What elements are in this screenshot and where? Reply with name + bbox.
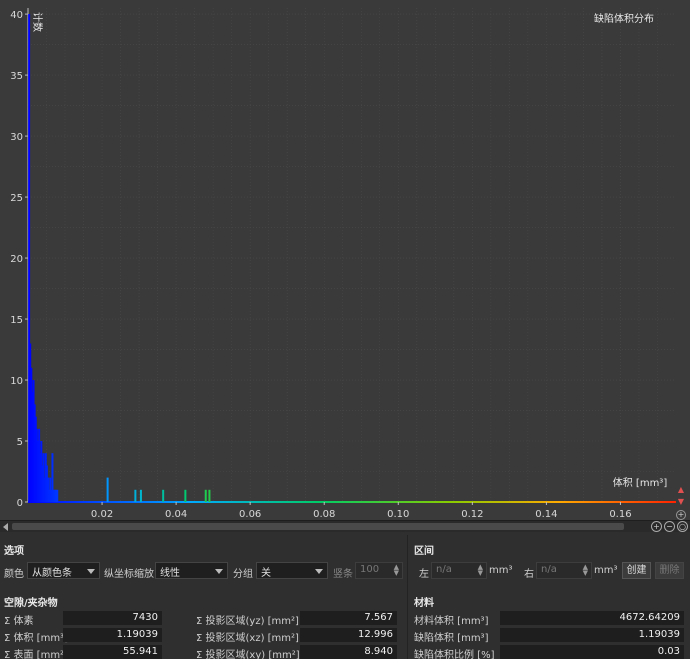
- histogram-bar: [139, 489, 142, 502]
- yscale-label: 纵坐标缩放: [104, 569, 154, 580]
- x-tick-label: 0.04: [165, 509, 187, 520]
- surface-label: Σ 表面 [mm²]: [4, 650, 68, 659]
- options-header: 选项: [4, 546, 24, 557]
- material-header: 材料: [414, 598, 434, 609]
- defect-ratio-label: 缺陷体积比例 [%]: [414, 650, 495, 659]
- zoom-out-icon[interactable]: −: [664, 521, 675, 532]
- x-tick-label: 0.12: [461, 509, 483, 520]
- y-zoom-in-icon[interactable]: +: [676, 510, 686, 520]
- scroll-left-icon[interactable]: [3, 523, 8, 531]
- proj-yz-label: Σ 投影区域(yz) [mm²]: [196, 616, 299, 627]
- proj-xy-label: Σ 投影区域(xy) [mm²]: [196, 650, 300, 659]
- bars-spinbox-value: 100: [360, 564, 380, 575]
- proj-yz-value: 7.567: [300, 611, 397, 625]
- chart-grid: [28, 8, 676, 502]
- delete-button[interactable]: 删除: [655, 562, 684, 579]
- chart-title: 缺陷体积分布: [594, 12, 654, 25]
- range-left-unit: mm³: [489, 565, 513, 576]
- color-label: 颜色: [4, 569, 24, 580]
- x-tick-label: 0.16: [609, 509, 631, 520]
- y-tick-label: 20: [10, 254, 23, 265]
- color-select[interactable]: 从颜色条: [27, 562, 100, 579]
- mat-volume-value: 4672.64209: [500, 611, 684, 625]
- y-tick-label: 5: [17, 437, 23, 448]
- x-tick-label: 0.02: [91, 509, 113, 520]
- range-right-spinbox[interactable]: n/a ▲ ▼: [536, 562, 592, 579]
- scroll-thumb[interactable]: [12, 523, 624, 530]
- x-scrollbar[interactable]: + − ○: [0, 520, 690, 532]
- range-left-value: n/a: [436, 564, 452, 575]
- y-tick-label: 35: [10, 71, 23, 82]
- proj-xz-label: Σ 投影区域(xz) [mm²]: [196, 633, 299, 644]
- histogram-bar: [184, 489, 187, 502]
- histogram-svg[interactable]: 0 5 10 15 20 25 30 35 40 0.02 0.04 0.06 0.08 0.10 0.12…: [0, 0, 690, 520]
- group-select-value: 关: [261, 568, 271, 579]
- y-scroll-up-icon[interactable]: ▲: [676, 486, 686, 496]
- colorbar-baseline: [28, 501, 676, 503]
- x-tick-label: 0.08: [313, 509, 335, 520]
- create-button[interactable]: 创建: [622, 562, 651, 579]
- yscale-select-value: 线性: [160, 568, 180, 579]
- x-tick-label: 0.06: [239, 509, 261, 520]
- x-zoom-controls: + − ○: [651, 521, 688, 532]
- histogram-bar: [134, 489, 137, 502]
- spin-arrows-icon[interactable]: ▲ ▼: [394, 564, 399, 577]
- chevron-down-icon: [215, 569, 223, 574]
- histogram-bar: [208, 489, 211, 502]
- y-tick-label: 10: [10, 376, 23, 387]
- range-right-value: n/a: [541, 564, 557, 575]
- range-left-label: 左: [419, 569, 429, 580]
- options-panel: 选项 颜色 从颜色条 纵坐标缩放 线性 分组 关 竖条 100 ▲ ▼ 空隙/夹杂…: [0, 533, 406, 659]
- surface-value: 55.941: [63, 645, 162, 659]
- defect-ratio-value: 0.03: [500, 645, 684, 659]
- histogram-chart[interactable]: 0 5 10 15 20 25 30 35 40 0.02 0.04 0.06 0.08 0.10 0.12…: [0, 0, 690, 532]
- yscale-select[interactable]: 线性: [155, 562, 228, 579]
- mat-volume-label: 材料体积 [mm³]: [414, 616, 489, 627]
- defect-volume-value: 1.19039: [500, 628, 684, 642]
- group-label: 分组: [233, 569, 253, 580]
- color-select-value: 从颜色条: [32, 568, 72, 579]
- spin-arrows-icon[interactable]: ▲ ▼: [478, 564, 483, 577]
- range-left-spinbox[interactable]: n/a ▲ ▼: [431, 562, 487, 579]
- spin-arrows-icon[interactable]: ▲ ▼: [583, 564, 588, 577]
- voids-header: 空隙/夹杂物: [4, 598, 58, 609]
- panel-divider: [407, 535, 408, 659]
- proj-xy-value: 8.940: [300, 645, 397, 659]
- y-axis-label: 计数: [31, 12, 44, 32]
- range-right-unit: mm³: [594, 565, 618, 576]
- x-tick-label: 0.14: [535, 509, 557, 520]
- proj-xz-value: 12.996: [300, 628, 397, 642]
- y-tick-label: 30: [10, 132, 23, 143]
- range-panel: 区间 左 n/a ▲ ▼ mm³ 右 n/a ▲ ▼ mm³ 创建 删除 材料 材料…: [409, 533, 690, 659]
- histogram-bar: [204, 489, 207, 502]
- histogram-bar: [56, 489, 59, 502]
- volume-label: Σ 体积 [mm³]: [4, 633, 68, 644]
- histogram-bar: [162, 489, 165, 502]
- defect-volume-label: 缺陷体积 [mm³]: [414, 633, 489, 644]
- y-tick-label: 25: [10, 193, 23, 204]
- x-axis-label: 体积 [mm³]: [613, 477, 668, 489]
- volume-value: 1.19039: [63, 628, 162, 642]
- y-tick-label: 0: [17, 498, 23, 509]
- voxels-label: Σ 体素: [4, 616, 34, 627]
- chevron-down-icon: [315, 569, 323, 574]
- bars-label: 竖条: [333, 569, 353, 580]
- y-tick-label: 15: [10, 315, 23, 326]
- group-select[interactable]: 关: [256, 562, 328, 579]
- zoom-in-icon[interactable]: +: [651, 521, 662, 532]
- histogram-bar: [106, 477, 109, 502]
- chevron-down-icon: [87, 569, 95, 574]
- zoom-reset-icon[interactable]: ○: [677, 521, 688, 532]
- range-right-label: 右: [524, 569, 534, 580]
- y-scroll-down-icon[interactable]: ▼: [676, 498, 686, 508]
- bars-spinbox[interactable]: 100 ▲ ▼: [355, 562, 403, 579]
- chart-axes: 0 5 10 15 20 25 30 35 40 0.02 0.04 0.06 0.08 0.10 0.12…: [10, 8, 676, 520]
- range-header: 区间: [414, 546, 434, 557]
- x-tick-label: 0.10: [387, 509, 409, 520]
- y-tick-label: 40: [10, 10, 23, 21]
- voxels-value: 7430: [63, 611, 162, 625]
